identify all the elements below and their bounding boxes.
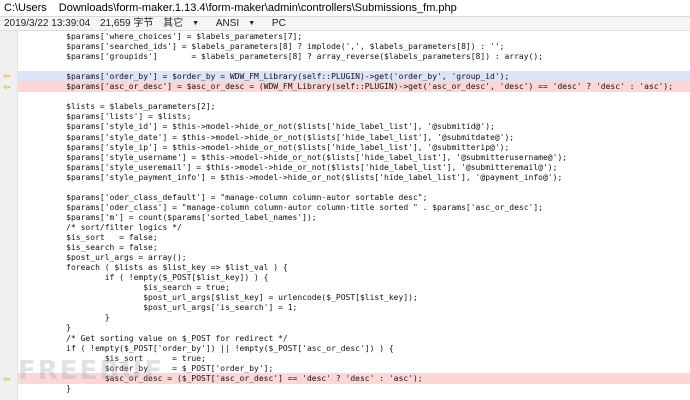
file-info-bar: 2019/3/22 13:39:04 21,659 字节 其它 ▼ ANSI ▼ P… — [0, 17, 690, 31]
watermark-logo: FREEBUF — [18, 356, 164, 386]
path-part-2: Downloads\form-maker.1.13.4\form-maker\a… — [58, 2, 457, 14]
other-dropdown[interactable]: 其它 ▼ — [163, 18, 206, 29]
arrow-left-icon[interactable]: ⇦ — [3, 73, 15, 82]
file-path-bar: C:\Users Downloads\form-maker.1.13.4\form… — [0, 0, 690, 17]
line-ending-label: PC — [271, 18, 286, 29]
chevron-down-icon: ▼ — [192, 20, 200, 27]
chevron-down-icon: ▼ — [248, 20, 256, 27]
path-part-1: C:\Users — [4, 2, 47, 14]
arrow-left-icon[interactable]: ⇦ — [3, 84, 15, 93]
arrow-left-icon[interactable]: ⇦ — [3, 376, 15, 385]
encoding-dropdown[interactable]: ANSI ▼ — [216, 18, 262, 29]
diff-gutter: ⇦ ⇦ ⇦ — [0, 31, 18, 400]
code-view[interactable]: $params['where_choices'] = $labels_param… — [18, 31, 690, 400]
file-size: 21,659 字节 — [99, 18, 154, 29]
file-datetime: 2019/3/22 13:39:04 — [4, 18, 91, 29]
